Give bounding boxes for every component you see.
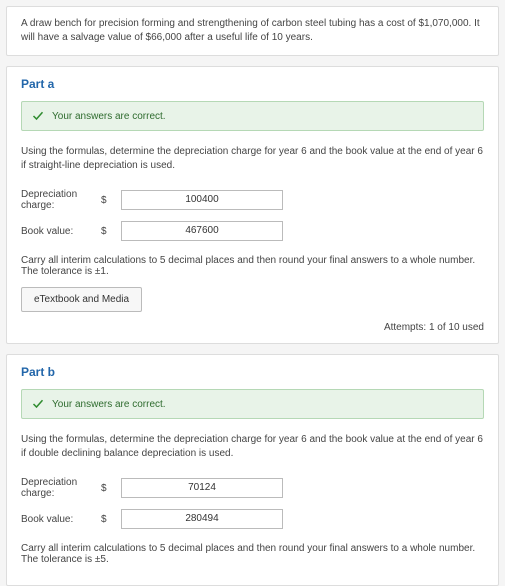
correct-text-b: Your answers are correct.: [52, 399, 166, 410]
bv-row-a: Book value: $ 467600: [21, 221, 484, 241]
check-icon: [32, 110, 44, 122]
dep-label-b: Depreciation charge:: [21, 477, 101, 499]
part-b-title: Part b: [21, 365, 484, 379]
attempts-text: Attempts: 1 of 10 used: [21, 322, 484, 333]
part-a-title: Part a: [21, 77, 484, 91]
correct-text-a: Your answers are correct.: [52, 111, 166, 122]
part-b-note: Carry all interim calculations to 5 deci…: [21, 543, 484, 565]
correct-banner-b: Your answers are correct.: [21, 389, 484, 419]
part-a-instructions: Using the formulas, determine the deprec…: [21, 145, 484, 173]
dep-input-b[interactable]: 70124: [121, 478, 283, 498]
part-a-card: Part a Your answers are correct. Using t…: [6, 66, 499, 344]
bv-currency-b: $: [101, 514, 121, 525]
dep-label-a: Depreciation charge:: [21, 189, 101, 211]
bv-row-b: Book value: $ 280494: [21, 509, 484, 529]
dep-currency-b: $: [101, 483, 121, 494]
problem-text: A draw bench for precision forming and s…: [21, 17, 484, 45]
bv-label-b: Book value:: [21, 514, 101, 525]
part-b-instructions: Using the formulas, determine the deprec…: [21, 433, 484, 461]
dep-currency-a: $: [101, 195, 121, 206]
part-a-note: Carry all interim calculations to 5 deci…: [21, 255, 484, 277]
etextbook-button[interactable]: eTextbook and Media: [21, 287, 142, 312]
dep-row-b: Depreciation charge: $ 70124: [21, 477, 484, 499]
correct-banner-a: Your answers are correct.: [21, 101, 484, 131]
part-b-card: Part b Your answers are correct. Using t…: [6, 354, 499, 586]
check-icon: [32, 398, 44, 410]
dep-row-a: Depreciation charge: $ 100400: [21, 189, 484, 211]
problem-card: A draw bench for precision forming and s…: [6, 6, 499, 56]
bv-input-a[interactable]: 467600: [121, 221, 283, 241]
bv-currency-a: $: [101, 226, 121, 237]
bv-label-a: Book value:: [21, 226, 101, 237]
dep-input-a[interactable]: 100400: [121, 190, 283, 210]
bv-input-b[interactable]: 280494: [121, 509, 283, 529]
